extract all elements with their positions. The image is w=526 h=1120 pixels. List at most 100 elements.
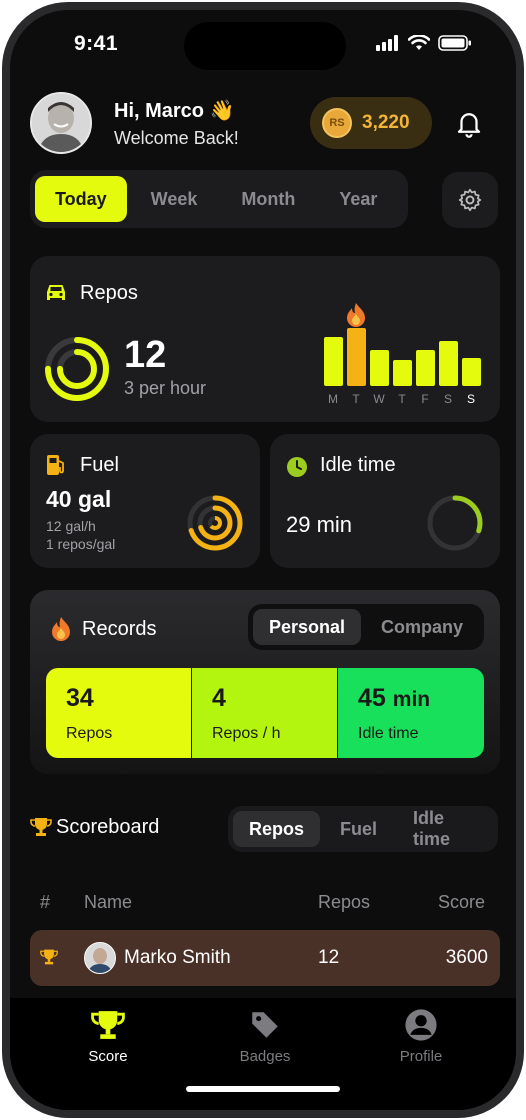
fuel-title: Fuel: [80, 454, 119, 476]
record-stat-label: Idle time: [358, 725, 419, 742]
coin-icon: RS: [322, 108, 352, 138]
record-stat-idle-time[interactable]: 45 min Idle time: [338, 668, 484, 758]
tab-score[interactable]: Score: [48, 1008, 168, 1065]
weekly-bar: [416, 350, 435, 386]
tab-today[interactable]: Today: [35, 176, 127, 222]
record-stat-repos[interactable]: 34 Repos: [46, 668, 191, 758]
row-repos: 12: [318, 947, 340, 968]
column-rank: #: [40, 892, 51, 912]
dynamic-island: [184, 22, 346, 70]
home-indicator: [186, 1086, 340, 1092]
avatar: [84, 942, 116, 974]
repos-value: 12: [124, 334, 167, 376]
fuel-card[interactable]: Fuel 40 gal 12 gal/h 1 repos/gal: [30, 434, 260, 568]
records-title: Records: [82, 618, 157, 640]
weekly-bars: [324, 328, 481, 386]
tag-icon: [252, 1012, 278, 1038]
weekday-label: S: [443, 392, 453, 406]
trophy-icon: [91, 1011, 125, 1039]
scoreboard-title: Scoreboard: [56, 816, 160, 838]
tab-profile-label: Profile: [399, 1048, 443, 1065]
wifi-icon: [408, 35, 430, 50]
repos-ring: [45, 337, 109, 401]
weekly-bar: [393, 360, 412, 386]
person-icon: [405, 1009, 437, 1041]
bell-icon[interactable]: [454, 108, 484, 138]
tab-week[interactable]: Week: [131, 176, 218, 222]
records-segment: Personal Company: [248, 604, 484, 650]
weekday-labels: MTWTFSS: [324, 392, 481, 406]
fuel-pump-icon: [47, 455, 64, 475]
tab-badges[interactable]: Badges: [205, 1008, 325, 1065]
tab-company[interactable]: Company: [365, 609, 479, 645]
tab-bar: Score Badges Profile: [10, 998, 516, 1110]
tab-repos[interactable]: Repos: [233, 811, 321, 847]
weekly-bar: [462, 358, 481, 386]
record-stat-value: 34: [66, 684, 94, 712]
column-name: Name: [84, 892, 133, 912]
status-icons: [376, 35, 472, 51]
weekly-bar: [324, 337, 343, 386]
weekday-label: S: [466, 392, 476, 406]
avatar-portrait-icon: [32, 94, 90, 152]
record-stat-label: Repos / h: [212, 725, 281, 742]
weekday-label: T: [398, 392, 407, 406]
table-row[interactable]: Marko Smith 12 3600: [30, 930, 500, 986]
fuel-rate: 12 gal/h: [46, 518, 96, 534]
tab-fuel[interactable]: Fuel: [324, 811, 393, 847]
weekly-bar: [370, 350, 389, 386]
idle-title: Idle time: [320, 454, 396, 476]
row-score: 3600: [445, 947, 488, 968]
settings-button[interactable]: [442, 172, 498, 228]
clock-icon: [287, 457, 307, 477]
fuel-value: 40 gal: [46, 486, 112, 512]
tab-year[interactable]: Year: [319, 176, 397, 222]
flame-icon: [52, 617, 70, 641]
weekday-label: F: [421, 392, 430, 406]
fuel-ring: [187, 495, 243, 551]
gear-icon: [458, 188, 482, 212]
wave-emoji-icon: 👋: [209, 100, 235, 122]
screen: 9:41 Hi, Marco 👋 Welcome Back! RS 3,220 …: [10, 10, 516, 1110]
tab-profile[interactable]: Profile: [361, 1008, 481, 1065]
column-score: Score: [438, 892, 486, 912]
signal-icon: [376, 35, 398, 51]
status-time: 9:41: [74, 32, 119, 55]
greeting-text: Hi, Marco: [114, 100, 205, 122]
repos-rate: 3 per hour: [124, 378, 207, 398]
fuel-efficiency: 1 repos/gal: [46, 536, 116, 552]
coin-value: 3,220: [362, 112, 410, 133]
scoreboard-segment: Repos Fuel Idle time: [228, 806, 498, 852]
weekday-label: W: [373, 392, 386, 406]
coin-balance[interactable]: RS 3,220: [310, 97, 432, 149]
greeting: Hi, Marco 👋: [114, 98, 235, 123]
tab-idle-time[interactable]: Idle time: [397, 808, 493, 849]
tab-badges-label: Badges: [239, 1048, 291, 1065]
record-stat-value: 4: [212, 684, 226, 712]
repos-title: Repos: [80, 282, 138, 304]
tab-month[interactable]: Month: [221, 176, 315, 222]
column-repos: Repos: [318, 892, 371, 912]
avatar-portrait-icon: [85, 943, 115, 973]
phone-frame: 9:41 Hi, Marco 👋 Welcome Back! RS 3,220 …: [2, 2, 524, 1118]
avatar[interactable]: [30, 92, 92, 154]
welcome-text: Welcome Back!: [114, 128, 239, 148]
tab-score-label: Score: [88, 1048, 128, 1065]
weekday-label: T: [352, 392, 361, 406]
period-selector: Today Week Month Year: [30, 170, 408, 228]
row-name: Marko Smith: [124, 947, 231, 968]
idle-card[interactable]: Idle time 29 min: [270, 434, 500, 568]
idle-value: 29 min: [286, 512, 353, 537]
weekly-bar: [347, 328, 366, 386]
idle-ring: [427, 495, 483, 551]
record-stat-value: 45 min: [358, 684, 431, 712]
battery-icon: [438, 35, 471, 51]
trophy-icon: [30, 818, 52, 836]
weekday-label: M: [328, 392, 339, 406]
record-stat-repos-per-hour[interactable]: 4 Repos / h: [192, 668, 337, 758]
tab-personal[interactable]: Personal: [253, 609, 362, 645]
flame-icon: [347, 303, 365, 327]
record-stat-label: Repos: [66, 725, 113, 742]
trophy-icon: [40, 949, 58, 965]
car-icon: [47, 285, 65, 300]
